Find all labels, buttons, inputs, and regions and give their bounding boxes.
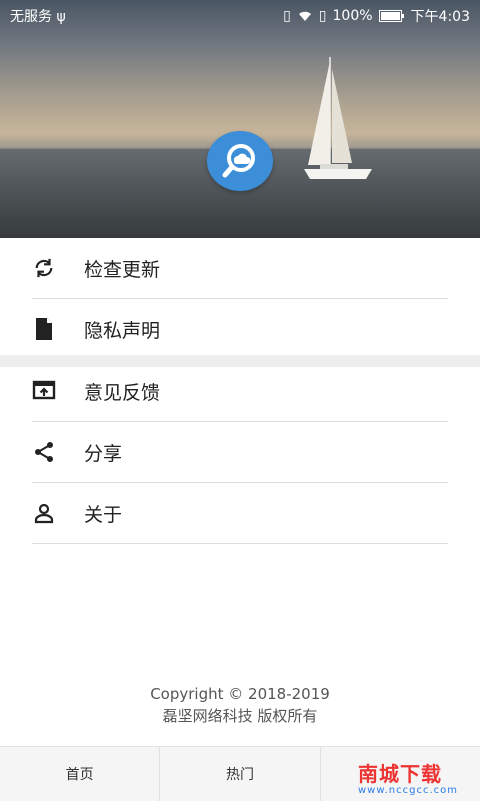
- watermark-title: 南城下载: [358, 762, 442, 786]
- menu-group-2: 意见反馈 分享 关于: [0, 361, 480, 544]
- menu-item-check-update[interactable]: 检查更新: [32, 238, 448, 299]
- watermark-url: www.nccgcc.com: [358, 785, 459, 796]
- app-logo: [207, 131, 273, 191]
- menu-item-label: 分享: [84, 442, 123, 465]
- wifi-icon: [298, 11, 311, 21]
- menu-item-label: 意见反馈: [84, 381, 161, 404]
- copyright-text: Copyright © 2018-2019: [150, 685, 330, 703]
- status-bar: 无服务 ψ ▯ ▯ 100% 下午4:03: [0, 0, 480, 30]
- clock: 下午4:03: [410, 9, 470, 25]
- feedback-icon: [32, 379, 56, 403]
- battery-icon: [378, 10, 404, 22]
- menu-group-1: 检查更新 隐私声明: [0, 238, 480, 360]
- sailboat-image: [304, 57, 372, 179]
- sim-icon: ▯: [318, 8, 327, 24]
- carrier-text: 无服务: [10, 9, 52, 25]
- menu-item-about[interactable]: 关于: [32, 483, 448, 544]
- person-icon: [32, 501, 56, 525]
- menu-item-feedback[interactable]: 意见反馈: [32, 361, 448, 422]
- menu-item-label: 检查更新: [84, 258, 161, 281]
- menu-item-label: 关于: [84, 503, 123, 526]
- tab-hot[interactable]: 热门: [160, 747, 321, 801]
- refresh-icon: [32, 256, 56, 280]
- document-icon: [32, 317, 56, 341]
- menu-item-label: 隐私声明: [84, 319, 161, 342]
- copyright-footer: Copyright © 2018-2019 磊坚网络科技 版权所有: [0, 683, 480, 727]
- battery-percent: 100%: [332, 8, 373, 24]
- usb-icon: ψ: [56, 9, 66, 25]
- menu-item-share[interactable]: 分享: [32, 422, 448, 483]
- company-text: 磊坚网络科技 版权所有: [162, 707, 318, 725]
- header-banner: 无服务 ψ ▯ ▯ 100% 下午4:03: [0, 0, 480, 238]
- search-cloud-icon: [222, 144, 255, 178]
- vibrate-icon: ▯: [283, 8, 291, 24]
- menu-item-privacy[interactable]: 隐私声明: [32, 299, 448, 360]
- share-icon: [32, 440, 56, 464]
- tab-home[interactable]: 首页: [0, 747, 161, 801]
- watermark-logo: 南城下载 www.nccgcc.com: [358, 758, 470, 798]
